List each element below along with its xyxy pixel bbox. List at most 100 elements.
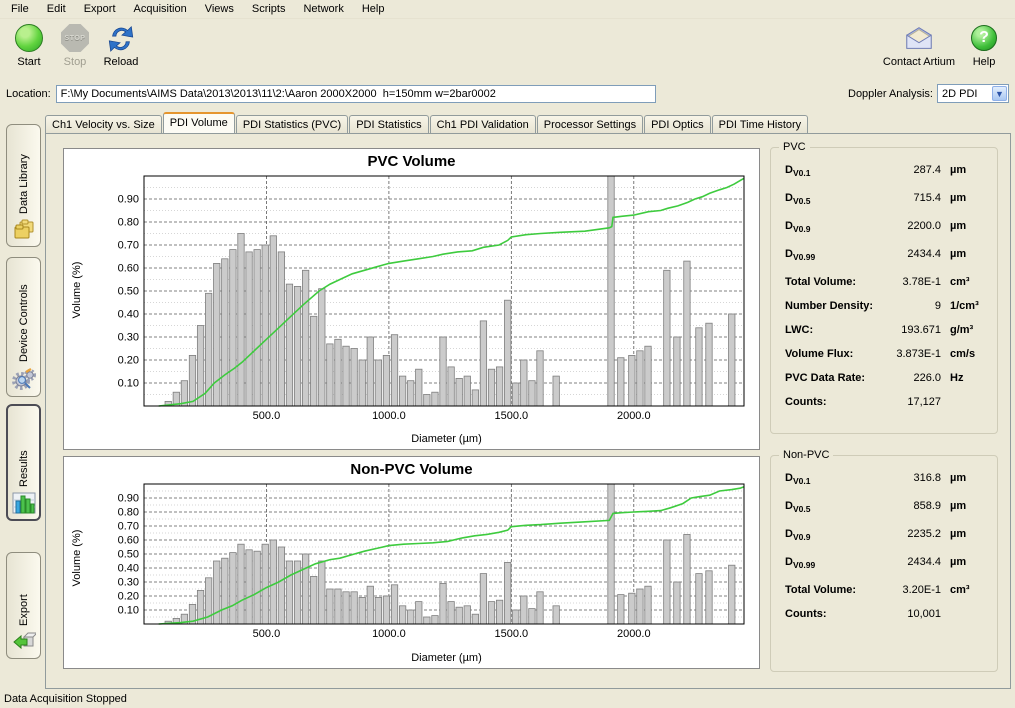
- help-icon: ?: [971, 25, 997, 51]
- stat-label: DV0.99: [785, 556, 879, 570]
- svg-text:0.80: 0.80: [118, 507, 139, 519]
- stop-button[interactable]: STOP Stop: [52, 22, 98, 68]
- tab-pdi-volume[interactable]: PDI Volume: [163, 112, 235, 133]
- pvc-volume-chart: PVC Volume Volume (%) 0.100.200.300.400.…: [63, 148, 760, 450]
- contact-artium-button[interactable]: Contact Artium: [877, 22, 961, 68]
- menu-network[interactable]: Network: [294, 0, 352, 18]
- svg-text:0.40: 0.40: [118, 563, 139, 575]
- stat-row: DV0.92235.2µm: [785, 528, 985, 556]
- help-button-label: Help: [973, 56, 996, 68]
- x-axis-label: Diameter (µm): [144, 433, 749, 445]
- sidebar-item-data-library[interactable]: Data Library: [6, 124, 41, 247]
- stat-value: 287.4: [879, 164, 941, 176]
- tab-ch1-velocity-vs-size[interactable]: Ch1 Velocity vs. Size: [45, 115, 162, 133]
- menu-file[interactable]: File: [2, 0, 38, 18]
- svg-text:1500.0: 1500.0: [495, 410, 529, 422]
- start-button[interactable]: Start: [6, 22, 52, 68]
- stat-unit: cm³: [941, 584, 985, 596]
- contact-artium-label: Contact Artium: [883, 56, 955, 68]
- menu-acquisition[interactable]: Acquisition: [125, 0, 196, 18]
- stat-unit: µm: [941, 528, 985, 540]
- svg-text:0.30: 0.30: [118, 332, 139, 344]
- stat-label: DV0.5: [785, 500, 879, 514]
- stop-icon: STOP: [61, 24, 89, 52]
- tab-pdi-time-history[interactable]: PDI Time History: [712, 115, 809, 133]
- tab-processor-settings[interactable]: Processor Settings: [537, 115, 643, 133]
- svg-text:0.20: 0.20: [118, 591, 139, 603]
- stat-row: Number Density:91/cm³: [785, 300, 985, 324]
- menu-edit[interactable]: Edit: [38, 0, 75, 18]
- pvc-volume-plot: 0.100.200.300.400.500.600.700.800.90500.…: [64, 173, 759, 425]
- doppler-analysis-label: Doppler Analysis:: [848, 88, 933, 100]
- svg-text:0.60: 0.60: [118, 535, 139, 547]
- sidebar-item-label: Data Library: [18, 133, 30, 214]
- help-button[interactable]: ? Help: [961, 22, 1007, 68]
- gears-icon: [12, 367, 36, 391]
- sidebar-item-label: Device Controls: [18, 266, 30, 362]
- svg-text:0.50: 0.50: [118, 286, 139, 298]
- sidebar-item-export[interactable]: Export: [6, 552, 41, 659]
- location-row: Location: Doppler Analysis: 2D PDI ▼: [0, 79, 1015, 107]
- tab-pdi-statistics[interactable]: PDI Statistics: [349, 115, 428, 133]
- stat-value: 193.671: [879, 324, 941, 336]
- sidebar-item-results[interactable]: Results: [6, 404, 41, 521]
- stat-unit: µm: [941, 248, 985, 260]
- stat-label: PVC Data Rate:: [785, 372, 879, 384]
- non-pvc-volume-chart: Non-PVC Volume Volume (%) 0.100.200.300.…: [63, 456, 760, 669]
- reload-button[interactable]: Reload: [98, 22, 144, 68]
- start-icon: [15, 24, 43, 52]
- tab-pdi-optics[interactable]: PDI Optics: [644, 115, 711, 133]
- stat-unit: µm: [941, 556, 985, 568]
- stat-label: Total Volume:: [785, 584, 879, 596]
- non-pvc-stats-group: Non-PVC DV0.1316.8µmDV0.5858.9µmDV0.9223…: [770, 455, 998, 672]
- stat-row: Total Volume:3.78E-1cm³: [785, 276, 985, 300]
- tab-ch1-pdi-validation[interactable]: Ch1 PDI Validation: [430, 115, 536, 133]
- side-rail: Data Library Device Controls Results: [0, 112, 45, 689]
- pvc-stats-group: PVC DV0.1287.4µmDV0.5715.4µmDV0.92200.0µ…: [770, 147, 998, 434]
- stat-value: 316.8: [879, 472, 941, 484]
- svg-text:0.20: 0.20: [118, 355, 139, 367]
- menu-help[interactable]: Help: [353, 0, 394, 18]
- reload-button-label: Reload: [104, 56, 139, 68]
- group-title: Non-PVC: [779, 449, 833, 461]
- stat-label: Counts:: [785, 396, 879, 408]
- stat-row: DV0.992434.4µm: [785, 556, 985, 584]
- non-pvc-stat-rows: DV0.1316.8µmDV0.5858.9µmDV0.92235.2µmDV0…: [771, 456, 997, 632]
- chart-title: PVC Volume: [64, 149, 759, 170]
- stop-button-label: Stop: [64, 56, 87, 68]
- menu-scripts[interactable]: Scripts: [243, 0, 295, 18]
- non-pvc-volume-plot: 0.100.200.300.400.500.600.700.800.90500.…: [64, 481, 759, 645]
- doppler-analysis-select[interactable]: 2D PDI ▼: [937, 84, 1009, 103]
- stat-row: DV0.1316.8µm: [785, 472, 985, 500]
- menu-export[interactable]: Export: [75, 0, 125, 18]
- stat-value: 3.20E-1: [879, 584, 941, 596]
- stat-label: DV0.9: [785, 220, 879, 234]
- svg-text:0.80: 0.80: [118, 217, 139, 229]
- svg-text:1500.0: 1500.0: [495, 628, 529, 640]
- stat-label: DV0.1: [785, 472, 879, 486]
- location-input[interactable]: [56, 85, 656, 103]
- svg-text:0.90: 0.90: [118, 493, 139, 505]
- stat-unit: Hz: [941, 372, 985, 384]
- svg-text:1000.0: 1000.0: [372, 628, 406, 640]
- svg-text:2000.0: 2000.0: [617, 410, 651, 422]
- tab-strip: Ch1 Velocity vs. SizePDI VolumePDI Stati…: [45, 112, 1011, 133]
- stat-value: 2235.2: [879, 528, 941, 540]
- stat-unit: µm: [941, 164, 985, 176]
- tab-pdi-statistics-pvc-[interactable]: PDI Statistics (PVC): [236, 115, 348, 133]
- stat-value: 226.0: [879, 372, 941, 384]
- svg-text:2000.0: 2000.0: [617, 628, 651, 640]
- sidebar-item-device-controls[interactable]: Device Controls: [6, 257, 41, 397]
- stat-value: 2434.4: [879, 556, 941, 568]
- chart-title: Non-PVC Volume: [64, 457, 759, 478]
- menu-views[interactable]: Views: [196, 0, 243, 18]
- envelope-icon: [904, 25, 934, 51]
- stat-value: 3.873E-1: [879, 348, 941, 360]
- stat-label: Volume Flux:: [785, 348, 879, 360]
- chevron-down-icon[interactable]: ▼: [992, 86, 1007, 101]
- stat-row: Total Volume:3.20E-1cm³: [785, 584, 985, 608]
- stat-value: 17,127: [879, 396, 941, 408]
- svg-text:500.0: 500.0: [253, 410, 281, 422]
- pvc-stat-rows: DV0.1287.4µmDV0.5715.4µmDV0.92200.0µmDV0…: [771, 148, 997, 420]
- stat-label: LWC:: [785, 324, 879, 336]
